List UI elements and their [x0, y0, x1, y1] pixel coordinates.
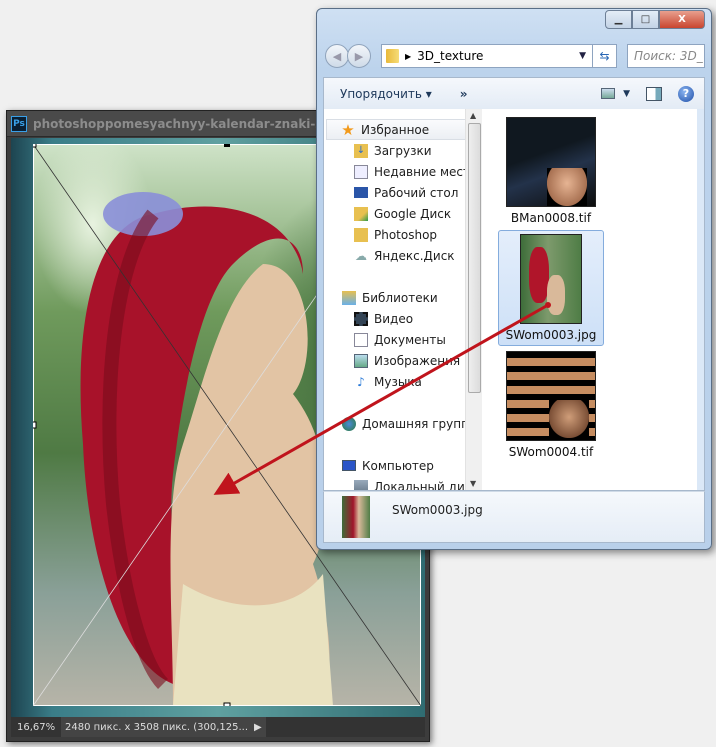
homegroup-icon [342, 416, 356, 431]
nav-item-music[interactable]: ♪ Музыка [324, 371, 482, 392]
minimize-button[interactable]: ▁ [605, 10, 632, 29]
folder-icon [354, 227, 368, 242]
navigation-bar: ◀ ▶ ▶ 3D_texture ▼ ⇆ Поиск: 3D_ [325, 42, 705, 70]
nav-label: Библиотеки [362, 290, 438, 305]
file-name: SWom0004.tif [508, 445, 594, 459]
nav-item-documents[interactable]: Документы [324, 329, 482, 350]
nav-label: Недавние места [374, 164, 478, 179]
explorer-window: ▁ □ X ◀ ▶ ▶ 3D_texture ▼ ⇆ Поиск: 3D_ Уп… [316, 8, 712, 550]
details-pane: SWom0003.jpg [323, 491, 705, 543]
file-name: SWom0003.jpg [505, 328, 597, 342]
scroll-up-icon[interactable]: ▲ [470, 111, 476, 120]
nav-label: Домашняя группа [362, 416, 477, 431]
nav-item-images[interactable]: Изображения [324, 350, 482, 371]
nav-libraries[interactable]: Библиотеки [324, 287, 482, 308]
nav-label: Локальный диск [374, 479, 479, 491]
refresh-button[interactable]: ⇆ [592, 45, 616, 67]
nav-computer[interactable]: Компьютер [324, 455, 482, 476]
nav-item-photoshop[interactable]: Photoshop [324, 224, 482, 245]
nav-label: Документы [374, 332, 446, 347]
arrow-right-icon: ▶ [354, 49, 364, 63]
file-thumbnail [520, 234, 582, 324]
file-name: BMan0008.tif [510, 211, 592, 225]
libraries-icon [342, 290, 356, 305]
play-triangle-icon[interactable]: ▶ [254, 722, 262, 733]
folder-icon [386, 49, 399, 63]
nav-item-google-drive[interactable]: Google Диск [324, 203, 482, 224]
nav-favorites[interactable]: ★ Избранное [326, 119, 478, 140]
video-icon [354, 311, 368, 326]
file-list: BMan0008.tif SWom0003.jpg SWom0004.tif [484, 109, 704, 490]
star-icon: ★ [341, 120, 355, 139]
nav-label: Музыка [374, 374, 422, 389]
chevron-down-icon[interactable]: ▼ [579, 51, 586, 61]
toolbar: Упорядочить ▾ » ▼ ? [323, 77, 705, 109]
nav-label: Рабочий стол [374, 185, 459, 200]
explorer-content: ★ Избранное ↓ Загрузки Недавние места Рабо… [323, 109, 705, 491]
nav-item-yandex-disk[interactable]: ☁ Яндекс.Диск [324, 245, 482, 266]
nav-label: Яндекс.Диск [374, 248, 455, 263]
file-item[interactable]: BMan0008.tif [498, 117, 604, 225]
help-icon[interactable]: ? [678, 85, 694, 102]
search-input[interactable]: Поиск: 3D_ [627, 44, 705, 68]
window-controls: ▁ □ X [605, 10, 705, 29]
file-item-selected[interactable]: SWom0003.jpg [498, 230, 604, 346]
nav-label: Загрузки [374, 143, 432, 158]
chevron-down-icon: ▼ [623, 88, 630, 99]
organize-button[interactable]: Упорядочить ▾ [340, 87, 432, 101]
more-commands-button[interactable]: » [460, 87, 468, 101]
file-thumbnail [506, 117, 596, 207]
close-button[interactable]: X [659, 10, 705, 29]
preview-pane-button[interactable] [646, 86, 662, 101]
zoom-level[interactable]: 16,67% [11, 722, 61, 733]
nav-scrollbar[interactable]: ▲ ▼ [465, 109, 482, 490]
nav-item-local-disk[interactable]: Локальный диск [324, 476, 482, 490]
file-list-scrollbar[interactable] [697, 109, 704, 490]
file-thumbnail [506, 351, 596, 441]
nav-label: Google Диск [374, 206, 452, 221]
nav-item-video[interactable]: Видео [324, 308, 482, 329]
nav-label: Видео [374, 311, 414, 326]
maximize-button[interactable]: □ [632, 10, 659, 29]
yandex-disk-icon: ☁ [355, 248, 367, 263]
downloads-folder-icon: ↓ [354, 143, 368, 158]
scrollbar-thumb[interactable] [468, 123, 481, 393]
navigation-pane: ★ Избранное ↓ Загрузки Недавние места Рабо… [324, 109, 482, 490]
music-icon: ♪ [357, 374, 365, 389]
documents-icon [354, 332, 368, 347]
address-bar[interactable]: ▶ 3D_texture ▼ ⇆ [381, 44, 617, 68]
breadcrumb-current[interactable]: 3D_texture [417, 49, 483, 63]
photoshop-logo-icon: Ps [11, 115, 27, 132]
details-filename: SWom0003.jpg [392, 503, 483, 517]
status-bar: 16,67% 2480 пикс. x 3508 пикс. (300,125.… [11, 717, 425, 737]
nav-item-recent[interactable]: Недавние места [324, 161, 482, 182]
nav-label: Избранное [361, 122, 430, 137]
file-item[interactable]: SWom0004.tif [498, 351, 604, 461]
google-drive-folder-icon [354, 206, 368, 221]
nav-item-desktop[interactable]: Рабочий стол [324, 182, 482, 203]
document-size: 2480 пикс. x 3508 пикс. (300,125... [65, 721, 249, 733]
forward-button[interactable]: ▶ [347, 44, 371, 68]
local-disk-icon [354, 479, 368, 490]
nav-label: Компьютер [362, 458, 434, 473]
arrow-left-icon: ◀ [332, 49, 342, 63]
view-icon [601, 88, 616, 99]
desktop-icon [354, 187, 368, 198]
scroll-down-icon[interactable]: ▼ [470, 479, 476, 488]
images-icon [354, 353, 368, 368]
nav-item-downloads[interactable]: ↓ Загрузки [324, 140, 482, 161]
breadcrumb-separator-icon[interactable]: ▶ [405, 52, 411, 61]
nav-homegroup[interactable]: Домашняя группа [324, 413, 482, 434]
back-button[interactable]: ◀ [325, 44, 349, 68]
nav-label: Photoshop [374, 227, 438, 242]
view-options-button[interactable]: ▼ [601, 88, 630, 99]
details-thumbnail [342, 496, 370, 538]
recent-places-icon [354, 164, 368, 179]
document-info[interactable]: 2480 пикс. x 3508 пикс. (300,125... ▶ [61, 717, 266, 737]
computer-icon [342, 460, 356, 471]
nav-label: Изображения [374, 353, 461, 368]
